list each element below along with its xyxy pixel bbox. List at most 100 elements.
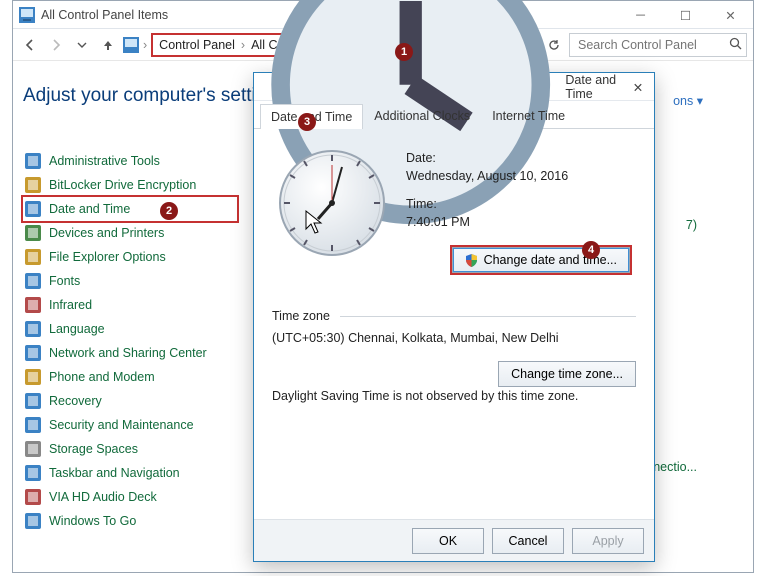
item-icon xyxy=(25,177,41,193)
analog-clock xyxy=(276,147,388,259)
item-label: Phone and Modem xyxy=(49,370,155,384)
item-icon xyxy=(25,225,41,241)
control-panel-item[interactable]: Language xyxy=(25,317,235,341)
item-icon xyxy=(25,345,41,361)
dialog-body: Date: Wednesday, August 10, 2016 Time: 7… xyxy=(264,133,644,517)
item-icon xyxy=(25,489,41,505)
cancel-button[interactable]: Cancel xyxy=(492,528,564,554)
control-panel-item[interactable]: Storage Spaces xyxy=(25,437,235,461)
control-panel-item[interactable]: Recovery xyxy=(25,389,235,413)
callout-1: 1 xyxy=(395,43,413,61)
item-icon xyxy=(25,465,41,481)
item-label: Taskbar and Navigation xyxy=(49,466,180,480)
item-label: Infrared xyxy=(49,298,92,312)
change-date-time-highlight: Change date and time... xyxy=(450,245,632,275)
control-panel-item[interactable]: Security and Maintenance xyxy=(25,413,235,437)
dialog-titlebar: Date and Time ✕ xyxy=(254,73,654,101)
page-bleed-right xyxy=(756,0,768,576)
dialog-close-button[interactable]: ✕ xyxy=(628,77,648,97)
close-button[interactable]: ✕ xyxy=(708,1,753,29)
page-bleed-left xyxy=(0,0,12,576)
control-panel-icon xyxy=(19,7,35,23)
time-label: Time: xyxy=(406,197,632,211)
minimize-button[interactable]: ─ xyxy=(618,1,663,29)
control-panel-item[interactable]: Administrative Tools xyxy=(25,149,235,173)
item-label: Storage Spaces xyxy=(49,442,138,456)
item-icon xyxy=(25,369,41,385)
control-panel-item[interactable]: File Explorer Options xyxy=(25,245,235,269)
recent-locations-button[interactable] xyxy=(71,34,93,56)
search-box[interactable] xyxy=(569,33,747,57)
forward-button[interactable] xyxy=(45,34,67,56)
date-label: Date: xyxy=(406,151,632,165)
item-label: Fonts xyxy=(49,274,80,288)
change-timezone-button[interactable]: Change time zone... xyxy=(498,361,636,387)
breadcrumb-sep-root: › xyxy=(143,38,147,52)
item-label: BitLocker Drive Encryption xyxy=(49,178,196,192)
item-icon xyxy=(25,153,41,169)
item-icon xyxy=(25,273,41,289)
item-icon xyxy=(25,393,41,409)
item-label: Windows To Go xyxy=(49,514,136,528)
window-title: All Control Panel Items xyxy=(41,8,168,22)
date-time-dialog: Date and Time ✕ Date and Time Additional… xyxy=(253,72,655,562)
callout-4: 4 xyxy=(582,241,600,259)
control-panel-item[interactable]: Taskbar and Navigation xyxy=(25,461,235,485)
item-icon xyxy=(25,297,41,313)
item-label: Network and Sharing Center xyxy=(49,346,207,360)
control-panel-item[interactable]: Infrared xyxy=(25,293,235,317)
item-label: File Explorer Options xyxy=(49,250,166,264)
control-panel-item[interactable]: Phone and Modem xyxy=(25,365,235,389)
search-icon xyxy=(729,37,742,53)
maximize-button[interactable]: ☐ xyxy=(663,1,708,29)
item-label: Language xyxy=(49,322,105,336)
item-label: Devices and Printers xyxy=(49,226,164,240)
timezone-heading: Time zone xyxy=(272,309,330,323)
item-icon xyxy=(25,249,41,265)
item-icon xyxy=(25,321,41,337)
date-value: Wednesday, August 10, 2016 xyxy=(406,169,632,183)
control-panel-item[interactable]: Windows To Go xyxy=(25,509,235,533)
control-panel-item[interactable]: Network and Sharing Center xyxy=(25,341,235,365)
item-icon xyxy=(25,201,41,217)
truncated-item[interactable]: 7) xyxy=(686,218,697,232)
item-label: Security and Maintenance xyxy=(49,418,194,432)
truncated-item[interactable]: nectio... xyxy=(653,460,697,474)
timezone-section-header: Time zone xyxy=(272,309,636,323)
address-bar-icon xyxy=(123,37,139,53)
breadcrumb-root[interactable]: Control Panel xyxy=(159,38,235,52)
item-label: Recovery xyxy=(49,394,102,408)
uac-shield-icon xyxy=(465,254,478,267)
tab-additional-clocks[interactable]: Additional Clocks xyxy=(363,103,481,128)
time-value: 7:40:01 PM xyxy=(406,215,632,229)
dialog-button-row: OK Cancel Apply xyxy=(254,519,654,561)
chevron-right-icon: › xyxy=(241,38,245,52)
control-panel-item[interactable]: VIA HD Audio Deck xyxy=(25,485,235,509)
divider xyxy=(340,316,636,317)
control-panel-items: Administrative Tools BitLocker Drive Encr… xyxy=(25,149,235,533)
date-time-info: Date: Wednesday, August 10, 2016 Time: 7… xyxy=(406,147,632,275)
callout-3: 3 xyxy=(298,113,316,131)
window-buttons: ─ ☐ ✕ xyxy=(618,1,753,29)
change-date-time-button[interactable]: Change date and time... xyxy=(452,247,630,273)
dst-note: Daylight Saving Time is not observed by … xyxy=(272,389,636,403)
back-button[interactable] xyxy=(19,34,41,56)
view-by-menu[interactable]: ons ▾ xyxy=(673,93,703,108)
item-icon xyxy=(25,513,41,529)
callout-2: 2 xyxy=(160,202,178,220)
up-button[interactable] xyxy=(97,34,119,56)
search-input[interactable] xyxy=(576,37,726,53)
item-label: Administrative Tools xyxy=(49,154,160,168)
tab-internet-time[interactable]: Internet Time xyxy=(481,103,576,128)
item-label: VIA HD Audio Deck xyxy=(49,490,157,504)
item-icon xyxy=(25,441,41,457)
control-panel-item[interactable]: BitLocker Drive Encryption xyxy=(25,173,235,197)
control-panel-item[interactable]: Devices and Printers xyxy=(25,221,235,245)
apply-button[interactable]: Apply xyxy=(572,528,644,554)
control-panel-item[interactable]: Date and Time xyxy=(25,197,235,221)
chevron-down-icon: ▾ xyxy=(697,94,703,108)
ok-button[interactable]: OK xyxy=(412,528,484,554)
timezone-value: (UTC+05:30) Chennai, Kolkata, Mumbai, Ne… xyxy=(272,331,636,345)
item-label: Date and Time xyxy=(49,202,130,216)
control-panel-item[interactable]: Fonts xyxy=(25,269,235,293)
